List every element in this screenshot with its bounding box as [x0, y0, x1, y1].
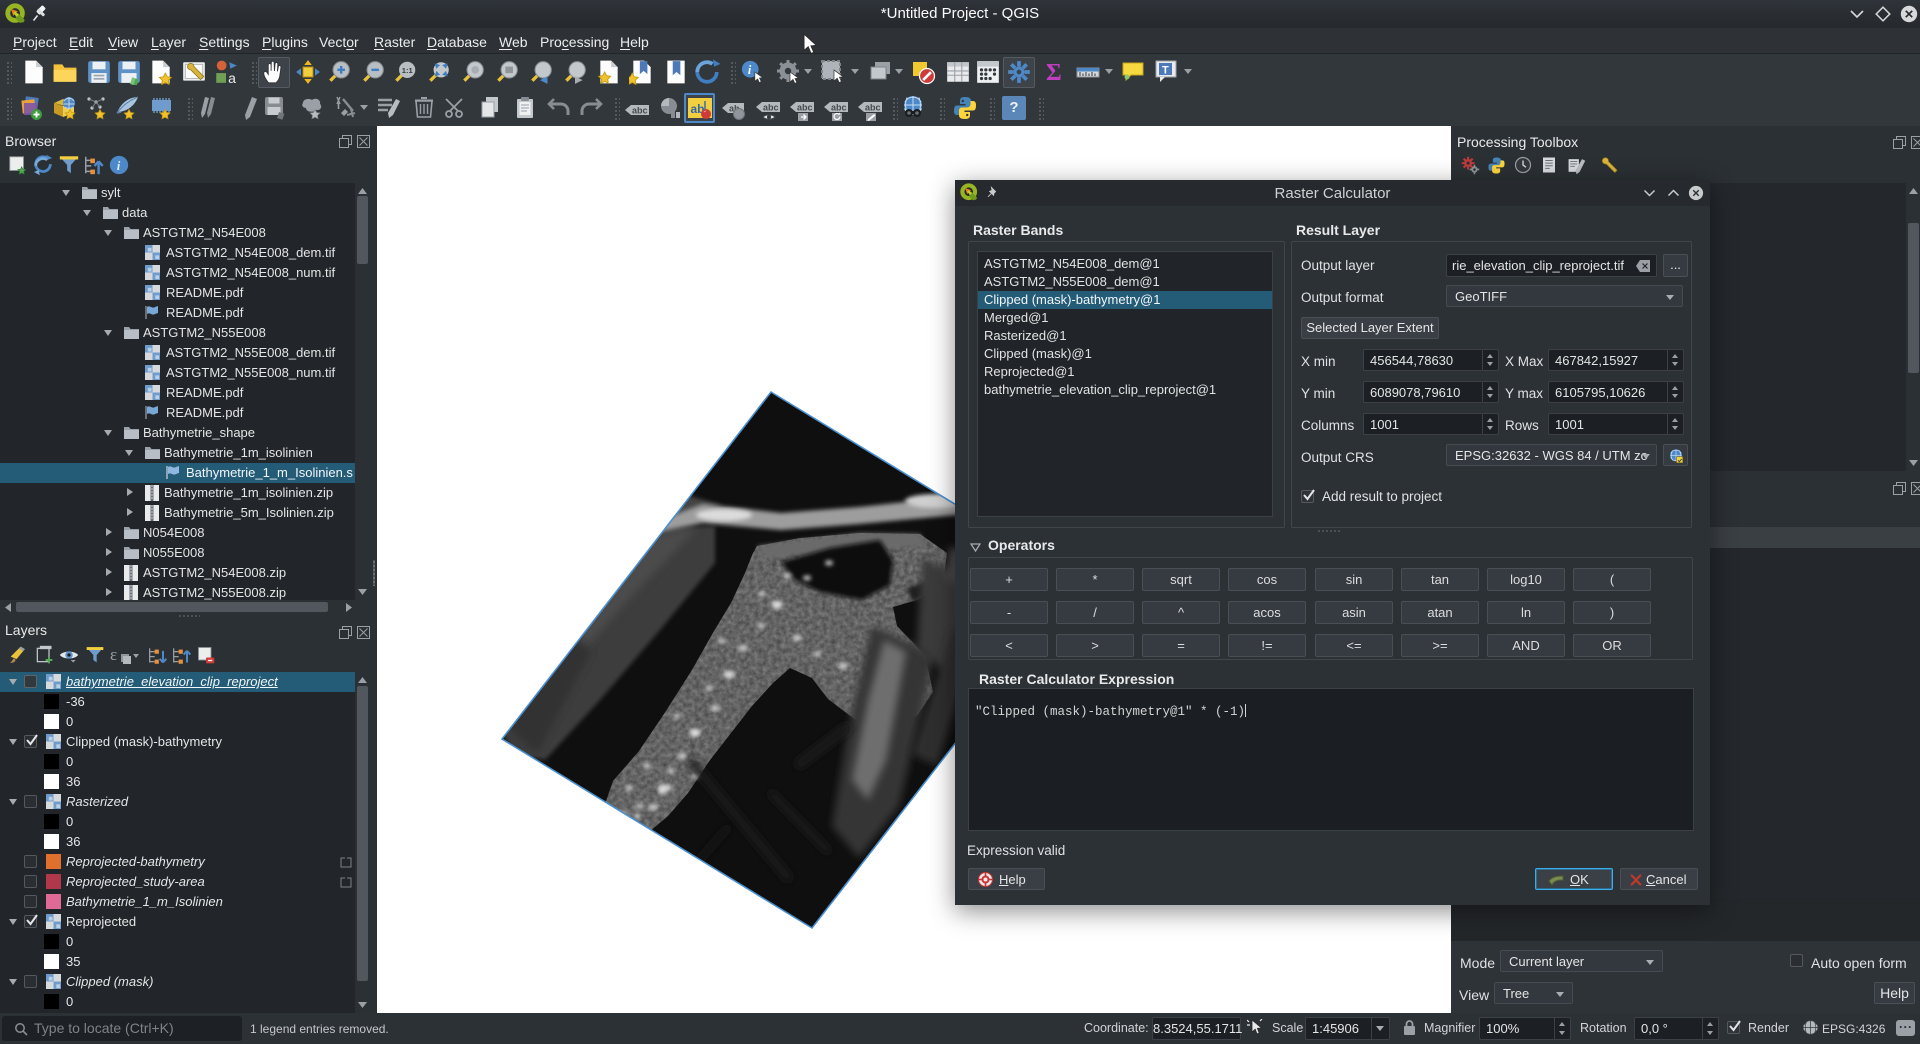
svg-text:a: a	[228, 70, 236, 85]
svg-text:abc: abc	[797, 103, 813, 113]
svg-text:T: T	[1162, 65, 1169, 77]
svg-text:abc: abc	[865, 103, 881, 113]
svg-text:abc: abc	[763, 103, 779, 113]
svg-text:abc: abc	[632, 106, 648, 116]
svg-text:abc: abc	[831, 103, 847, 113]
svg-text:i: i	[117, 159, 121, 173]
svg-text:1:1: 1:1	[402, 66, 413, 75]
